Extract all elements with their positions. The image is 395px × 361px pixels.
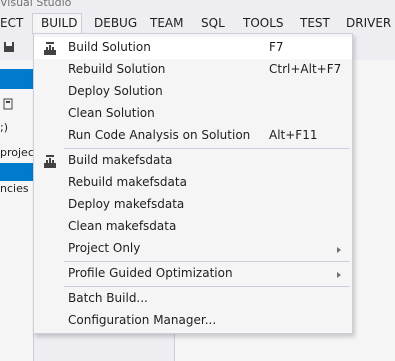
tree-item-dependencies[interactable]: ncies (0, 182, 29, 195)
menu-item-label: Clean makefsdata (68, 219, 177, 233)
menu-item-shortcut: F7 (269, 40, 284, 54)
window-title: Visual Studio (0, 0, 72, 9)
menu-item-label: Build Solution (68, 40, 151, 54)
submenu-arrow-icon (337, 272, 341, 278)
menu-test[interactable]: TEST (300, 13, 330, 34)
menu-item-label: Rebuild makefsdata (68, 175, 187, 189)
menu-item-shortcut: Alt+F11 (269, 128, 318, 142)
menu-driver[interactable]: DRIVER (346, 13, 391, 34)
menu-item-label: Rebuild Solution (68, 62, 166, 76)
menu-item-label: Deploy Solution (68, 84, 163, 98)
build-icon (44, 155, 56, 168)
menu-item-label: Clean Solution (68, 106, 155, 120)
menu-item-label: Configuration Manager... (68, 313, 217, 327)
menu-build[interactable]: BUILD (32, 13, 82, 34)
menu-item-label: Profile Guided Optimization (68, 266, 233, 280)
menu-project[interactable]: ECT (0, 13, 23, 34)
menu-item-batch-build[interactable]: Batch Build... (34, 288, 352, 310)
tree-item-project[interactable]: projec (0, 146, 34, 159)
menu-item-build-solution[interactable]: Build Solution F7 (34, 37, 352, 59)
menu-item-run-code-analysis[interactable]: Run Code Analysis on Solution Alt+F11 (34, 125, 352, 147)
menu-item-deploy-solution[interactable]: Deploy Solution (34, 81, 352, 103)
menu-item-label: Build makefsdata (68, 153, 173, 167)
menu-item-project-only[interactable]: Project Only (34, 238, 352, 260)
build-icon (44, 42, 56, 55)
solution-explorer-panel: ;) projec ncies (0, 60, 34, 361)
menu-item-clean-project[interactable]: Clean makefsdata (34, 216, 352, 238)
menu-separator (64, 261, 350, 262)
panel-search-text[interactable]: ;) (0, 121, 8, 134)
tree-item-selected[interactable] (0, 163, 33, 181)
menu-sql[interactable]: SQL (201, 13, 225, 34)
menu-item-label: Run Code Analysis on Solution (68, 128, 251, 142)
menu-item-profile-guided-optimization[interactable]: Profile Guided Optimization (34, 263, 352, 285)
menu-bar: ECT BUILD DEBUG TEAM SQL TOOLS TEST DRIV… (0, 13, 395, 34)
menu-team[interactable]: TEAM (150, 13, 183, 34)
menu-item-rebuild-project[interactable]: Rebuild makefsdata (34, 172, 352, 194)
menu-item-shortcut: Ctrl+Alt+F7 (269, 62, 342, 76)
menu-item-label: Project Only (68, 241, 141, 255)
menu-item-configuration-manager[interactable]: Configuration Manager... (34, 310, 352, 332)
menu-item-label: Deploy makefsdata (68, 197, 185, 211)
menu-item-clean-solution[interactable]: Clean Solution (34, 103, 352, 125)
toolbar-icon[interactable] (3, 40, 17, 54)
menu-item-deploy-project[interactable]: Deploy makefsdata (34, 194, 352, 216)
menu-separator (64, 148, 350, 149)
menu-tools[interactable]: TOOLS (243, 13, 284, 34)
menu-debug[interactable]: DEBUG (94, 13, 137, 34)
panel-header (0, 69, 33, 89)
menu-item-build-project[interactable]: Build makefsdata (34, 150, 352, 172)
panel-toolbar-icon[interactable] (3, 98, 15, 110)
submenu-arrow-icon (337, 247, 341, 253)
menu-separator (64, 286, 350, 287)
menu-item-label: Batch Build... (68, 291, 148, 305)
build-menu-dropdown: Build Solution F7 Rebuild Solution Ctrl+… (33, 33, 353, 334)
menu-item-rebuild-solution[interactable]: Rebuild Solution Ctrl+Alt+F7 (34, 59, 352, 81)
